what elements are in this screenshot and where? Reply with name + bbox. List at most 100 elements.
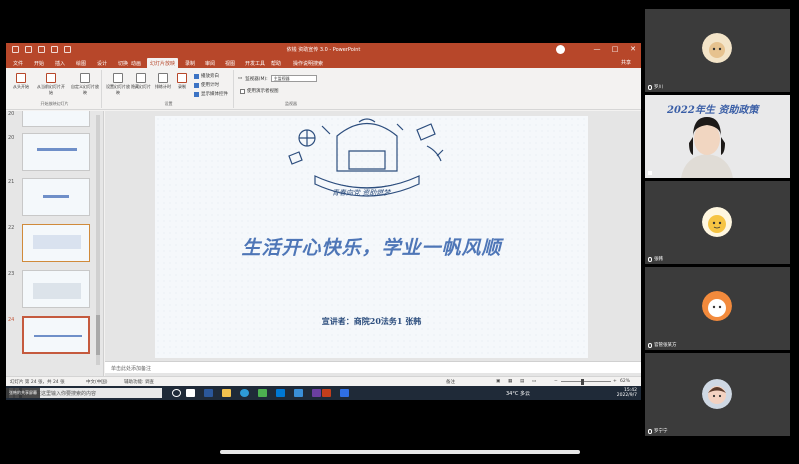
share-button[interactable]: 共享 — [621, 59, 631, 66]
home-indicator — [220, 450, 580, 454]
setup-icon — [113, 73, 123, 83]
tab-design[interactable]: 设计 — [94, 58, 110, 68]
reading-view-icon[interactable]: ▤ — [520, 379, 524, 384]
slide-number: 22 — [8, 225, 15, 231]
participant-tile[interactable]: 张韩 — [645, 181, 790, 264]
play-narrations-checkbox[interactable]: 播放旁白 — [194, 73, 219, 79]
record-icon — [177, 73, 187, 83]
windows-taskbar: 在这里输入你要搜索的内容 34°C 多云 15:42 2022/9/7 — [6, 386, 641, 400]
ribbon: 从头开始 从当前幻灯片开始 自定义幻灯片放映 开始放映幻灯片 设置幻灯片放映 隐… — [6, 68, 641, 110]
presenter-view-checkbox[interactable]: 使用演示者视图 — [240, 88, 279, 94]
scrollbar-thumb[interactable] — [96, 315, 100, 355]
show-media-controls-checkbox[interactable]: 显示媒体控件 — [194, 91, 228, 97]
hide-slide-button[interactable]: 隐藏幻灯片 — [130, 73, 152, 99]
checkbox-checked-icon — [194, 73, 199, 79]
tab-insert[interactable]: 插入 — [52, 58, 68, 68]
participant-tile[interactable]: 官管张某方 — [645, 267, 790, 350]
powerpoint-taskbar-icon[interactable] — [322, 389, 331, 397]
participant-name: 罗川 — [654, 85, 663, 90]
custom-show-icon — [80, 73, 90, 83]
custom-show-button[interactable]: 自定义幻灯片放映 — [70, 73, 100, 99]
notes-toggle[interactable]: 备注 — [446, 379, 455, 385]
notes-pane[interactable]: 单击此处添加备注 — [105, 361, 641, 373]
slide-thumbnail-selected[interactable] — [22, 316, 90, 354]
monitor-row: ▭ 监视器(M): 主监视器 — [238, 75, 317, 82]
slide-sorter-icon[interactable]: ▦ — [508, 379, 512, 384]
zoom-out-icon[interactable]: − — [554, 379, 558, 384]
current-slide[interactable]: 青春向党 资助燃梦 生活开心快乐，学业一帆风顺 宣讲者：商院20法务1 张韩 — [155, 116, 588, 358]
ribbon-tabs: 文件 开始 插入 绘图 设计 切换 动画 幻灯片放映 录制 审阅 视图 开发工具… — [6, 57, 641, 68]
slide-number: 20 — [8, 111, 15, 117]
edge-icon[interactable] — [240, 389, 249, 397]
tell-me-search[interactable]: 操作说明搜索 — [290, 58, 326, 68]
meeting-app-icon[interactable] — [340, 389, 349, 397]
slide-thumbnail[interactable] — [22, 270, 90, 308]
rehearse-timings-button[interactable]: 排练计时 — [153, 73, 173, 99]
slide-banner-text: 青春向党 资助燃梦 — [332, 189, 391, 197]
taskbar-search-input[interactable]: 在这里输入你要搜索的内容 — [22, 388, 162, 398]
slideshow-view-icon[interactable]: ▭ — [532, 379, 536, 384]
avatar — [702, 291, 732, 321]
minimize-button[interactable]: — — [593, 45, 601, 53]
dell-icon[interactable] — [204, 389, 213, 397]
weather-widget[interactable]: 34°C 多云 — [506, 390, 530, 397]
app-icon[interactable] — [312, 389, 321, 397]
tab-draw[interactable]: 绘图 — [73, 58, 89, 68]
app-icon[interactable] — [258, 389, 267, 397]
from-beginning-button[interactable]: 从头开始 — [10, 73, 32, 99]
status-bar: 幻灯片 第 24 张，共 24 张 中文(中国) 辅助功能: 调查 备注 ▣ ▦… — [6, 376, 641, 386]
monitor-select[interactable]: 主监视器 — [270, 75, 317, 82]
slide-thumbnail[interactable] — [22, 224, 90, 262]
accessibility-indicator[interactable]: 辅助功能: 调查 — [124, 379, 154, 385]
tab-home[interactable]: 开始 — [31, 58, 47, 68]
slide-presenter[interactable]: 宣讲者：商院20法务1 张韩 — [155, 316, 588, 327]
microphone-icon — [648, 428, 652, 434]
participant-video-tile[interactable]: 2022年生 资助政策 — [645, 95, 790, 178]
tab-review[interactable]: 审阅 — [202, 58, 218, 68]
participant-tile[interactable]: 罗宁宁 — [645, 353, 790, 436]
slide-thumbnail[interactable] — [22, 133, 90, 171]
cortana-icon[interactable] — [172, 389, 181, 397]
slideshow-icon — [16, 73, 26, 83]
checkbox-checked-icon — [194, 82, 199, 88]
zoom-slider-thumb[interactable] — [581, 379, 584, 385]
slide-number: 23 — [8, 271, 15, 277]
system-clock[interactable]: 15:42 2022/9/7 — [617, 388, 637, 398]
normal-view-icon[interactable]: ▣ — [496, 379, 500, 384]
tab-developer[interactable]: 开发工具 — [242, 58, 268, 68]
from-current-button[interactable]: 从当前幻灯片开始 — [36, 73, 66, 99]
zoom-level[interactable]: 62% — [620, 379, 630, 384]
use-timings-checkbox[interactable]: 使用计时 — [194, 82, 219, 88]
language-indicator[interactable]: 中文(中国) — [86, 379, 108, 385]
slide-title[interactable]: 生活开心快乐，学业一帆风顺 — [155, 233, 588, 260]
thumbnail-scrollbar[interactable] — [96, 115, 100, 365]
file-explorer-icon[interactable] — [222, 389, 231, 397]
user-avatar[interactable] — [556, 45, 565, 54]
tab-view[interactable]: 视图 — [222, 58, 238, 68]
slide-thumbnail[interactable] — [22, 111, 90, 127]
sharing-label: 张韩的共享屏幕 — [6, 388, 40, 398]
microphone-icon — [648, 342, 652, 348]
avatar — [702, 207, 732, 237]
checkbox-unchecked-icon — [240, 88, 245, 94]
tab-record[interactable]: 录制 — [182, 58, 198, 68]
participant-name: 罗宁宁 — [654, 429, 668, 434]
tab-help[interactable]: 帮助 — [268, 58, 284, 68]
slide-thumbnail[interactable] — [22, 178, 90, 216]
tab-slideshow[interactable]: 幻灯片放映 — [147, 58, 179, 68]
close-button[interactable]: ✕ — [629, 45, 637, 53]
maximize-button[interactable]: □ — [611, 45, 619, 53]
slideshow-icon — [46, 73, 56, 83]
tab-animations[interactable]: 动画 — [128, 58, 144, 68]
zoom-in-icon[interactable]: + — [613, 379, 617, 384]
slide-number: 20 — [8, 135, 15, 141]
app-icon[interactable] — [294, 389, 303, 397]
screen: 依钱 资助宣传 3.0 - PowerPoint — □ ✕ 文件 开始 插入 … — [0, 0, 799, 464]
task-view-icon[interactable] — [186, 389, 195, 397]
mail-icon[interactable] — [276, 389, 285, 397]
participant-tile[interactable]: 罗川 — [645, 9, 790, 92]
record-button[interactable]: 录制 — [174, 73, 190, 99]
setup-show-button[interactable]: 设置幻灯片放映 — [106, 73, 130, 99]
zoom-slider[interactable] — [561, 381, 611, 382]
tab-file[interactable]: 文件 — [10, 58, 26, 68]
